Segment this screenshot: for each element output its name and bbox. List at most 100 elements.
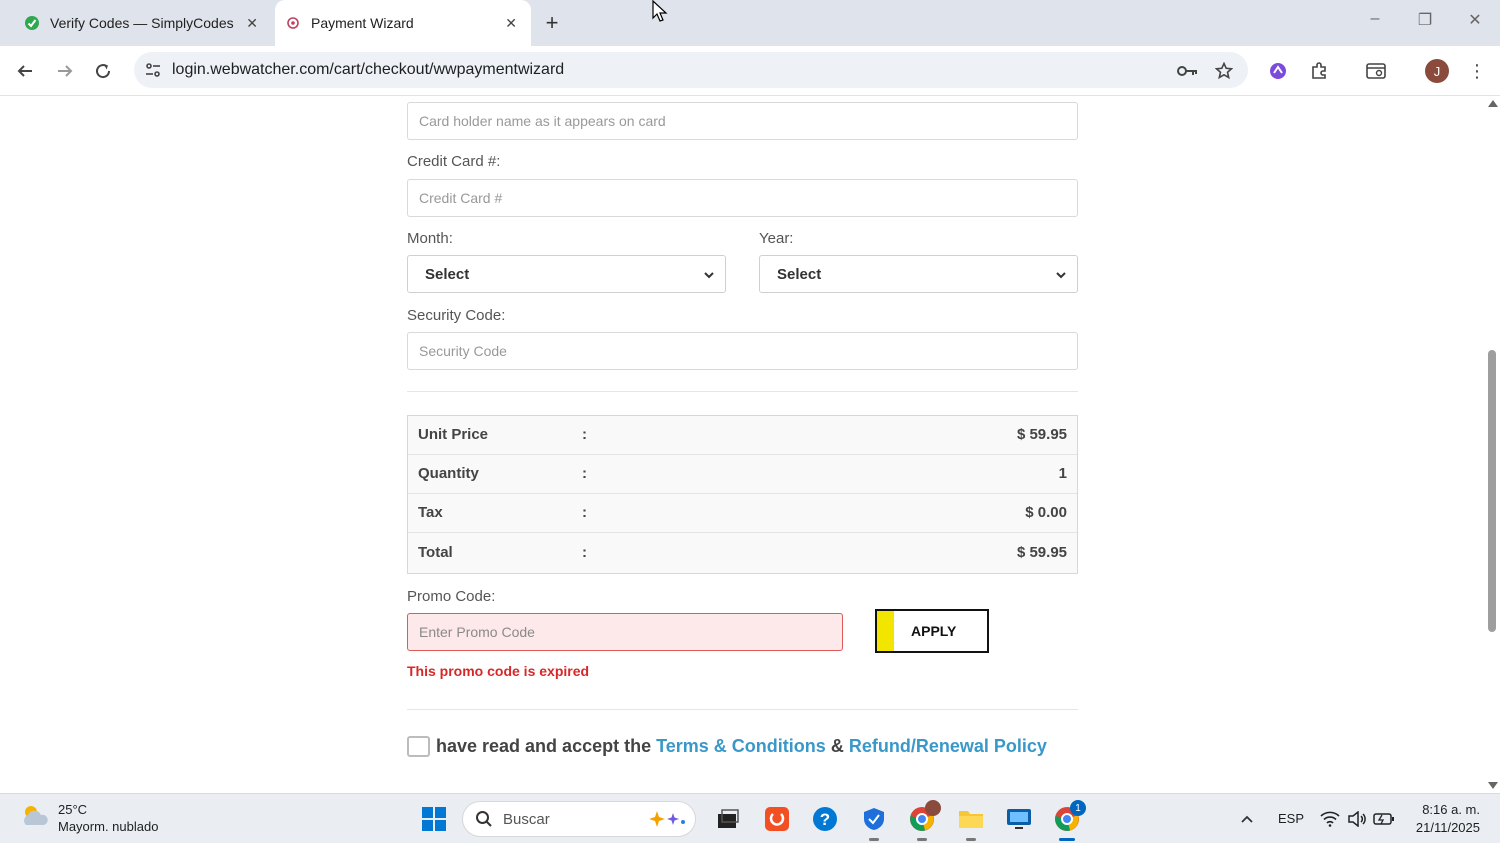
chevron-down-icon <box>703 268 715 285</box>
file-explorer-icon[interactable] <box>955 803 987 841</box>
address-bar[interactable]: login.webwatcher.com/cart/checkout/wwpay… <box>134 52 1248 88</box>
security-code-input[interactable] <box>407 332 1078 370</box>
year-label: Year: <box>759 230 794 247</box>
summary-separator: : <box>582 504 587 521</box>
order-summary-table: Unit Price : $ 59.95 Quantity : 1 Tax : … <box>407 415 1078 574</box>
scroll-down-arrow-icon[interactable] <box>1488 782 1498 789</box>
summary-separator: : <box>582 544 587 561</box>
apply-button-label: APPLY <box>911 623 957 639</box>
search-icon <box>475 810 493 833</box>
summary-label: Unit Price <box>418 426 489 443</box>
search-placeholder: Buscar <box>503 811 550 828</box>
extension-purple-icon[interactable] <box>1265 58 1291 84</box>
scrollbar-thumb[interactable] <box>1488 350 1496 632</box>
profile-badge <box>925 800 941 816</box>
refund-policy-link[interactable]: Refund/Renewal Policy <box>849 736 1047 757</box>
summary-value: 1 <box>1058 465 1067 482</box>
browser-tab-strip: Verify Codes — SimplyCodes ✕ Payment Wiz… <box>0 0 1500 46</box>
cardholder-name-input[interactable] <box>407 102 1078 140</box>
close-tab-icon[interactable]: ✕ <box>246 15 258 32</box>
weather-description: Mayorm. nublado <box>58 819 159 834</box>
password-key-icon[interactable] <box>1175 58 1201 84</box>
svg-text:?: ? <box>820 810 830 829</box>
promo-error-message: This promo code is expired <box>407 663 590 679</box>
tab-payment-wizard[interactable]: Payment Wizard ✕ <box>275 0 531 46</box>
new-tab-plus-icon[interactable]: + <box>540 10 564 36</box>
year-select[interactable]: Select <box>759 255 1078 293</box>
summary-row: Tax : $ 0.00 <box>408 494 1077 533</box>
summary-label: Total <box>418 544 453 561</box>
apply-accent-bar <box>877 611 894 651</box>
promo-code-label: Promo Code: <box>407 588 496 605</box>
terms-acceptance: have read and accept the Terms & Conditi… <box>407 736 1047 757</box>
summary-value: $ 59.95 <box>1016 544 1067 561</box>
apply-promo-button[interactable]: APPLY <box>875 609 989 653</box>
windows-taskbar: 25°C Mayorm. nublado Buscar ? 1 ESP 8:16… <box>0 793 1500 843</box>
close-tab-icon[interactable]: ✕ <box>505 15 517 32</box>
summary-value: $ 0.00 <box>1025 504 1067 521</box>
security-code-label: Security Code: <box>407 307 506 324</box>
terms-checkbox[interactable] <box>407 736 430 757</box>
cloudy-weather-icon <box>20 803 50 834</box>
scroll-up-arrow-icon[interactable] <box>1488 100 1498 107</box>
chevron-down-icon <box>1055 268 1067 285</box>
task-view-icon[interactable] <box>712 803 744 835</box>
chrome-profile-icon[interactable] <box>906 800 941 841</box>
taskbar-search-box[interactable]: Buscar <box>462 801 696 837</box>
webwatcher-favicon-icon <box>285 15 301 31</box>
input-language[interactable]: ESP <box>1278 811 1304 826</box>
system-clock[interactable]: 8:16 a. m. 21/11/2025 <box>1416 801 1480 837</box>
forward-arrow-icon[interactable] <box>52 58 78 84</box>
weather-widget[interactable]: 25°C Mayorm. nublado <box>20 801 158 835</box>
minimize-window-icon[interactable]: – <box>1360 10 1390 28</box>
month-select-value: Select <box>425 265 470 283</box>
running-indicator <box>869 838 879 841</box>
copilot-sparkle-icon <box>647 809 687 834</box>
tab-search-icon[interactable] <box>1364 58 1390 84</box>
url-text: login.webwatcher.com/cart/checkout/wwpay… <box>172 61 565 78</box>
credit-card-label: Credit Card #: <box>407 153 501 170</box>
help-question-icon[interactable]: ? <box>809 803 841 835</box>
notification-badge: 1 <box>1070 800 1086 816</box>
credit-card-input[interactable] <box>407 179 1078 217</box>
summary-value: $ 59.95 <box>1016 426 1067 443</box>
clock-date: 21/11/2025 <box>1415 820 1480 835</box>
profile-avatar[interactable]: J <box>1424 58 1450 84</box>
section-divider <box>407 391 1078 392</box>
summary-separator: : <box>582 465 587 482</box>
month-select[interactable]: Select <box>407 255 726 293</box>
chevron-up-icon[interactable] <box>1231 803 1263 835</box>
promo-code-input[interactable] <box>407 613 843 651</box>
page-scrollbar[interactable] <box>1484 96 1500 793</box>
reload-icon[interactable] <box>90 58 116 84</box>
clock-time: 8:16 a. m. <box>1422 802 1480 817</box>
section-divider <box>407 709 1078 710</box>
terms-prefix-text: have read and accept the <box>436 736 652 756</box>
profile-initial: J <box>1425 59 1449 83</box>
tab-title: Verify Codes — SimplyCodes <box>50 15 234 31</box>
shield-app-icon[interactable] <box>858 803 890 841</box>
terms-ampersand: & <box>830 736 844 756</box>
tab-verify-codes[interactable]: Verify Codes — SimplyCodes ✕ <box>14 0 272 46</box>
close-window-icon[interactable]: ✕ <box>1460 10 1490 30</box>
orange-app-icon[interactable] <box>761 803 793 835</box>
bookmark-star-icon[interactable] <box>1211 58 1237 84</box>
remote-desktop-icon[interactable] <box>1003 803 1035 835</box>
year-select-value: Select <box>777 265 822 283</box>
extensions-puzzle-icon[interactable] <box>1306 58 1332 84</box>
battery-icon[interactable] <box>1368 803 1400 835</box>
simplycodes-favicon-icon <box>24 15 40 31</box>
browser-menu-icon[interactable]: ⋮ <box>1464 58 1490 84</box>
summary-separator: : <box>582 426 587 443</box>
site-settings-icon[interactable] <box>144 61 162 84</box>
page-viewport: Credit Card #: Month: Select Year: Selec… <box>0 96 1500 793</box>
tab-title: Payment Wizard <box>311 15 414 31</box>
summary-label: Tax <box>418 504 443 521</box>
back-arrow-icon[interactable] <box>12 58 38 84</box>
windows-start-icon[interactable] <box>418 803 450 835</box>
summary-row: Unit Price : $ 59.95 <box>408 416 1077 455</box>
terms-conditions-link[interactable]: Terms & Conditions <box>656 736 826 757</box>
restore-window-icon[interactable]: ❐ <box>1410 10 1440 30</box>
browser-toolbar: login.webwatcher.com/cart/checkout/wwpay… <box>0 46 1500 96</box>
chrome-icon[interactable]: 1 <box>1051 800 1086 841</box>
